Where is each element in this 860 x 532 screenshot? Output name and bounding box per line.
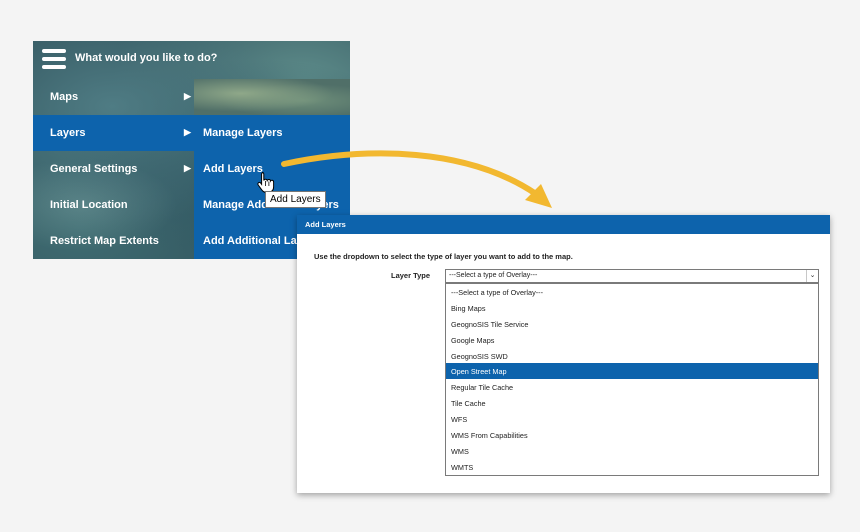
option-open-street-map[interactable]: Open Street Map [446, 363, 818, 380]
option-label: WMTS [451, 462, 474, 472]
option-bing-maps[interactable]: Bing Maps [446, 300, 818, 316]
dialog-title: Add Layers [305, 220, 346, 229]
menu-item-layers[interactable]: Layers ▶ [33, 115, 194, 151]
menu-item-label: Restrict Map Extents [50, 235, 159, 247]
option-label: WMS From Capabilities [451, 431, 528, 441]
background-photo [194, 79, 350, 115]
menu-header: What would you like to do? [33, 41, 350, 79]
option-google-maps[interactable]: Google Maps [446, 332, 818, 348]
flow-arrow [281, 150, 552, 208]
menu-item-label: Layers [50, 127, 86, 139]
option-label: ---Select a type of Overlay--- [451, 288, 544, 297]
submenu-item-manage-layers[interactable]: Manage Layers [203, 127, 282, 139]
dialog-titlebar: Add Layers [297, 215, 830, 234]
option-geognosis-swd[interactable]: GeognoSIS SWD [446, 348, 818, 364]
option-label: WFS [451, 415, 468, 425]
chevron-right-icon: ▶ [184, 163, 191, 173]
chevron-down-icon[interactable]: ⌄ [806, 270, 818, 282]
menu-item-initial-location[interactable]: Initial Location [33, 187, 194, 223]
dialog-instruction: Use the dropdown to select the type of l… [314, 252, 573, 261]
chevron-right-icon: ▶ [184, 91, 191, 101]
chevron-right-icon: ▶ [184, 127, 191, 137]
menu-item-maps[interactable]: Maps ▶ [33, 79, 194, 115]
option-select-placeholder[interactable]: ---Select a type of Overlay--- [446, 284, 818, 300]
option-tile-cache[interactable]: Tile Cache [446, 395, 818, 411]
layer-type-select[interactable]: ---Select a type of Overlay--- ⌄ [445, 269, 819, 283]
menu-item-label: Maps [50, 91, 79, 103]
option-geognosis-tile-service[interactable]: GeognoSIS Tile Service [446, 316, 818, 332]
select-value: ---Select a type of Overlay--- [449, 272, 538, 279]
layer-type-label: Layer Type [391, 271, 431, 280]
option-wmts[interactable]: WMTS [446, 459, 818, 475]
option-label: Tile Cache [451, 399, 486, 409]
menu-title: What would you like to do? [75, 52, 218, 64]
hamburger-icon[interactable] [42, 47, 66, 71]
option-label: Bing Maps [451, 303, 486, 313]
option-wfs[interactable]: WFS [446, 411, 818, 427]
layer-type-options: ---Select a type of Overlay--- Bing Maps… [445, 283, 819, 476]
menu-item-general-settings[interactable]: General Settings ▶ [33, 151, 194, 187]
add-layers-dialog: Add Layers Use the dropdown to select th… [297, 215, 830, 493]
option-label: Regular Tile Cache [451, 383, 514, 393]
menu-item-label: General Settings [50, 163, 138, 175]
option-label: GeognoSIS Tile Service [451, 319, 529, 329]
option-wms[interactable]: WMS [446, 443, 818, 459]
option-label: Open Street Map [451, 367, 507, 377]
menu-item-restrict-map-extents[interactable]: Restrict Map Extents [33, 223, 194, 259]
submenu-item-add-layers[interactable]: Add Layers [203, 163, 263, 175]
option-regular-tile-cache[interactable]: Regular Tile Cache [446, 379, 818, 395]
option-wms-from-capabilities[interactable]: WMS From Capabilities [446, 427, 818, 443]
option-label: GeognoSIS SWD [451, 351, 508, 361]
menu-item-label: Initial Location [50, 199, 128, 211]
option-label: WMS [451, 446, 469, 456]
hand-pointer-icon [257, 172, 275, 193]
option-label: Google Maps [451, 335, 495, 345]
